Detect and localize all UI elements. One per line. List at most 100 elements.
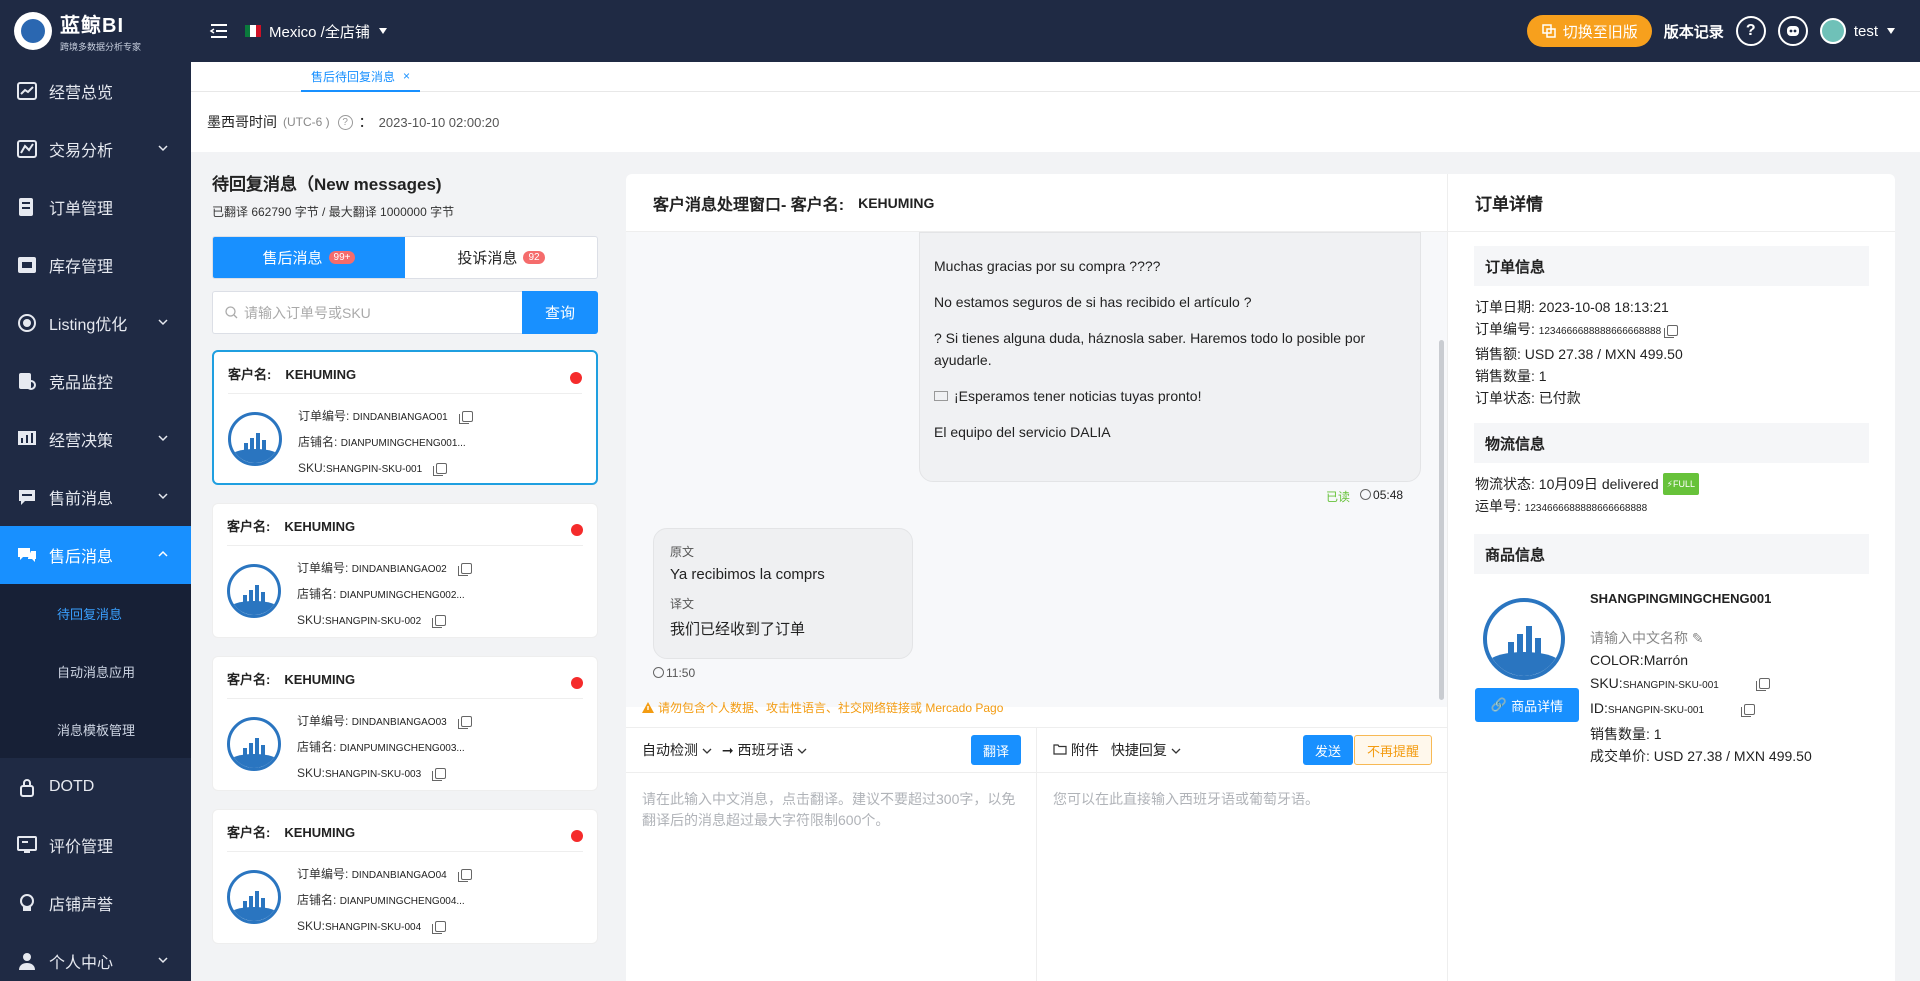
customer-name: KEHUMING	[284, 825, 356, 840]
copy-icon[interactable]	[432, 615, 447, 629]
translate-button[interactable]: 翻译	[970, 735, 1021, 765]
help-icon[interactable]: ?	[337, 114, 353, 130]
sidebar-item-overview[interactable]: 经营总览	[0, 62, 191, 120]
sku-value: SHANGPIN-SKU-001	[326, 464, 423, 475]
logo-subtitle: 跨境多数据分析专家	[60, 42, 142, 52]
order-label: 订单编号:	[298, 409, 350, 423]
sidebar-item-reviews[interactable]: 评价管理	[0, 816, 191, 874]
source-language-select[interactable]: 自动检测	[642, 740, 712, 760]
quick-reply-label: 快捷回复	[1110, 742, 1167, 758]
copy-icon[interactable]	[432, 921, 447, 935]
count-badge: 92	[523, 251, 545, 264]
switch-label: 切换至旧版	[1562, 23, 1638, 41]
store-selector[interactable]: Mexico /全店铺	[245, 21, 388, 42]
chat-scrollbar[interactable]	[1439, 340, 1444, 700]
search-button[interactable]: 查询	[522, 291, 598, 334]
warning-text: 请勿包含个人数据、攻击性语言、社交网络链接或 Mercado Pago	[658, 701, 1004, 715]
user-menu[interactable]: test	[1819, 18, 1896, 44]
order-number: DINDANBIANGAO03	[351, 717, 447, 728]
robot-icon[interactable]	[1777, 16, 1808, 46]
sidebar-item-aftersale[interactable]: 售后消息	[0, 526, 191, 584]
sidebar-subitem-auto-message[interactable]: 自动消息应用	[0, 642, 191, 700]
send-button[interactable]: 发送	[1302, 735, 1353, 765]
order-label: 订单编号:	[297, 561, 349, 575]
sidebar-item-profile[interactable]: 个人中心	[0, 932, 191, 981]
shop-label: 店铺名:	[298, 435, 338, 449]
chat-history[interactable]: Muchas gracias por su compra ???? No est…	[626, 232, 1447, 707]
translation-label: 译文	[670, 597, 695, 611]
store-label: Mexico /全店铺	[269, 23, 370, 41]
product-detail-button[interactable]: 🔗 商品详情	[1475, 688, 1579, 722]
top-bar: Mexico /全店铺 切换至旧版 版本记录 ? test	[191, 0, 1920, 62]
copy-icon[interactable]	[458, 411, 473, 425]
message-line: El equipo del servicio DALIA	[934, 424, 1111, 440]
sidebar-item-presale[interactable]: 售前消息	[0, 468, 191, 526]
sidebar-item-reputation[interactable]: 店铺声誉	[0, 874, 191, 932]
copy-icon[interactable]	[457, 869, 472, 883]
attachment-button[interactable]: 附件	[1053, 740, 1099, 760]
edit-icon[interactable]: ✎	[1692, 630, 1704, 646]
sidebar-item-competitor[interactable]: 竞品监控	[0, 352, 191, 410]
copy-icon[interactable]	[457, 716, 472, 730]
copy-icon[interactable]	[1741, 703, 1756, 717]
message-card[interactable]: 客户名: KEHUMING 订单编号: DINDANBIANGAO03 店铺名: …	[212, 656, 598, 791]
tab-aftersale-messages[interactable]: 售后消息 99+	[213, 237, 405, 278]
sidebar-item-orders[interactable]: 订单管理	[0, 178, 191, 236]
tab-aftersale-pending[interactable]: 售后待回复消息 ×	[301, 62, 421, 92]
chevron-down-icon	[158, 319, 168, 326]
sidebar-item-inventory[interactable]: 库存管理	[0, 236, 191, 294]
tab-strip: 售后待回复消息 ×	[191, 62, 1920, 92]
order-number: DINDANBIANGAO04	[351, 870, 447, 881]
sidebar-item-dotd[interactable]: DOTD	[0, 758, 191, 816]
target-language-select[interactable]: ➞ 西班牙语	[722, 740, 808, 760]
unread-dot	[571, 677, 583, 689]
copy-icon[interactable]	[1755, 678, 1770, 692]
chinese-message-input[interactable]: 请在此输入中文消息，点击翻译。建议不要超过300字，以免翻译后的消息超过最大字符…	[626, 773, 1037, 981]
sidebar-item-label: 经营决策	[49, 433, 114, 450]
sidebar-item-trade-analysis[interactable]: 交易分析	[0, 120, 191, 178]
sidebar-item-listing[interactable]: Listing优化	[0, 294, 191, 352]
foreign-message-input[interactable]: 您可以在此直接输入西班牙语或葡萄牙语。	[1037, 773, 1447, 981]
product-name: SHANGPINGMINGCHENG001	[1590, 591, 1772, 606]
close-icon[interactable]: ×	[403, 69, 410, 83]
caret-down-icon	[378, 28, 387, 34]
customer-name: KEHUMING	[284, 519, 356, 534]
full-badge-label: FULL	[1672, 479, 1695, 489]
menu-toggle-icon[interactable]	[209, 20, 231, 42]
sidebar-subitem-pending[interactable]: 待回复消息	[0, 584, 191, 642]
time-bar: 墨西哥时间 (UTC-6 ) ? ： 2023-10-10 02:00:20	[191, 92, 1920, 152]
order-info: 订单日期: 2023-10-08 18:13:21 订单编号: 12346666…	[1475, 296, 1895, 409]
copy-icon[interactable]	[1664, 324, 1679, 338]
sidebar-item-label: Listing优化	[49, 317, 128, 334]
outgoing-meta: 已读 05:48	[1326, 488, 1403, 505]
copy-icon[interactable]	[457, 563, 472, 577]
message-time: 11:50	[666, 666, 696, 680]
sidebar-subitem-template[interactable]: 消息模板管理	[0, 700, 191, 758]
no-remind-button[interactable]: 不再提醒	[1353, 735, 1432, 765]
quick-reply-select[interactable]: 快捷回复	[1111, 740, 1181, 760]
switch-old-version-button[interactable]: 切换至旧版	[1526, 15, 1652, 47]
sidebar-item-decision[interactable]: 经营决策	[0, 410, 191, 468]
search-input[interactable]: 请输入订单号或SKU	[212, 291, 522, 334]
help-icon[interactable]: ?	[1735, 16, 1766, 46]
logo[interactable]: 蓝鲸BI 跨境多数据分析专家	[0, 0, 191, 62]
avatar	[1819, 18, 1846, 44]
tab-complaint-messages[interactable]: 投诉消息 92	[405, 237, 597, 278]
copy-icon[interactable]	[433, 463, 448, 477]
current-time: 2023-10-10 02:00:20	[378, 114, 500, 130]
order-label: 订单编号:	[297, 867, 349, 881]
shop-name: DIANPUMINGCHENG002...	[339, 590, 465, 601]
trade-chart-icon	[15, 138, 39, 160]
chinese-name-input[interactable]: 请输入中文名称	[1590, 630, 1688, 646]
sidebar-item-label: 评价管理	[49, 839, 114, 856]
link-icon: 🔗	[1490, 697, 1508, 712]
chevron-down-icon	[158, 493, 168, 500]
copy-icon[interactable]	[432, 768, 447, 782]
shop-name: DIANPUMINGCHENG004...	[339, 896, 465, 907]
message-card[interactable]: 客户名: KEHUMING 订单编号: DINDANBIANGAO01 店铺名: …	[212, 350, 598, 485]
message-card[interactable]: 客户名: KEHUMING 订单编号: DINDANBIANGAO04 店铺名: …	[212, 809, 598, 944]
customer-label: 客户名:	[227, 519, 271, 534]
message-card[interactable]: 客户名: KEHUMING 订单编号: DINDANBIANGAO02 店铺名: …	[212, 503, 598, 638]
version-history-link[interactable]: 版本记录	[1664, 21, 1724, 42]
timezone-label: 墨西哥时间	[207, 114, 277, 130]
